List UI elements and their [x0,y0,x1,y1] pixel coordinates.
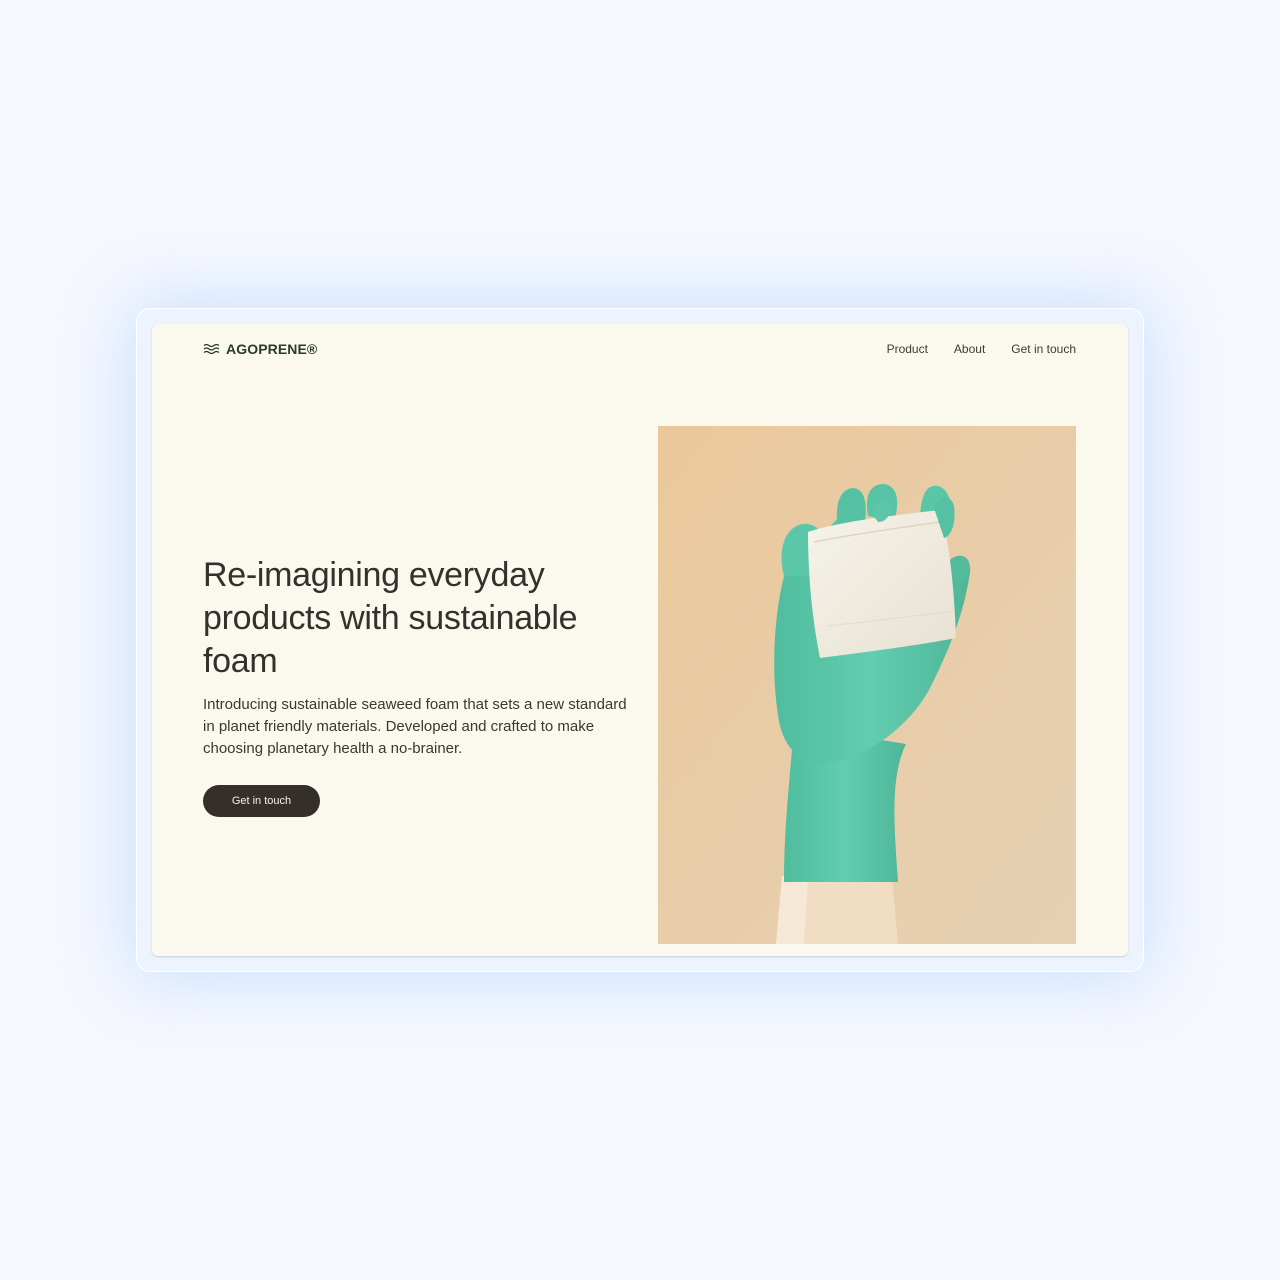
gloved-hand-holding-foam-image [658,426,1076,944]
nav-get-in-touch-link[interactable]: Get in touch [1011,341,1076,357]
screenshot-stage: AGOPRENE® Product About Get in touch Re-… [0,0,1280,1280]
get-in-touch-button[interactable]: Get in touch [203,785,320,817]
nav-product-link[interactable]: Product [887,341,928,357]
landing-page: AGOPRENE® Product About Get in touch Re-… [152,324,1128,956]
waves-icon [203,343,220,355]
nav-about-link[interactable]: About [954,341,985,357]
hero-title: Re-imagining everyday products with sust… [203,556,578,680]
brand-logo[interactable]: AGOPRENE® [203,340,317,358]
hero-description: Introducing sustainable seaweed foam tha… [203,696,627,757]
brand-name: AGOPRENE® [226,341,318,357]
main-nav: Product About Get in touch [887,341,1076,357]
